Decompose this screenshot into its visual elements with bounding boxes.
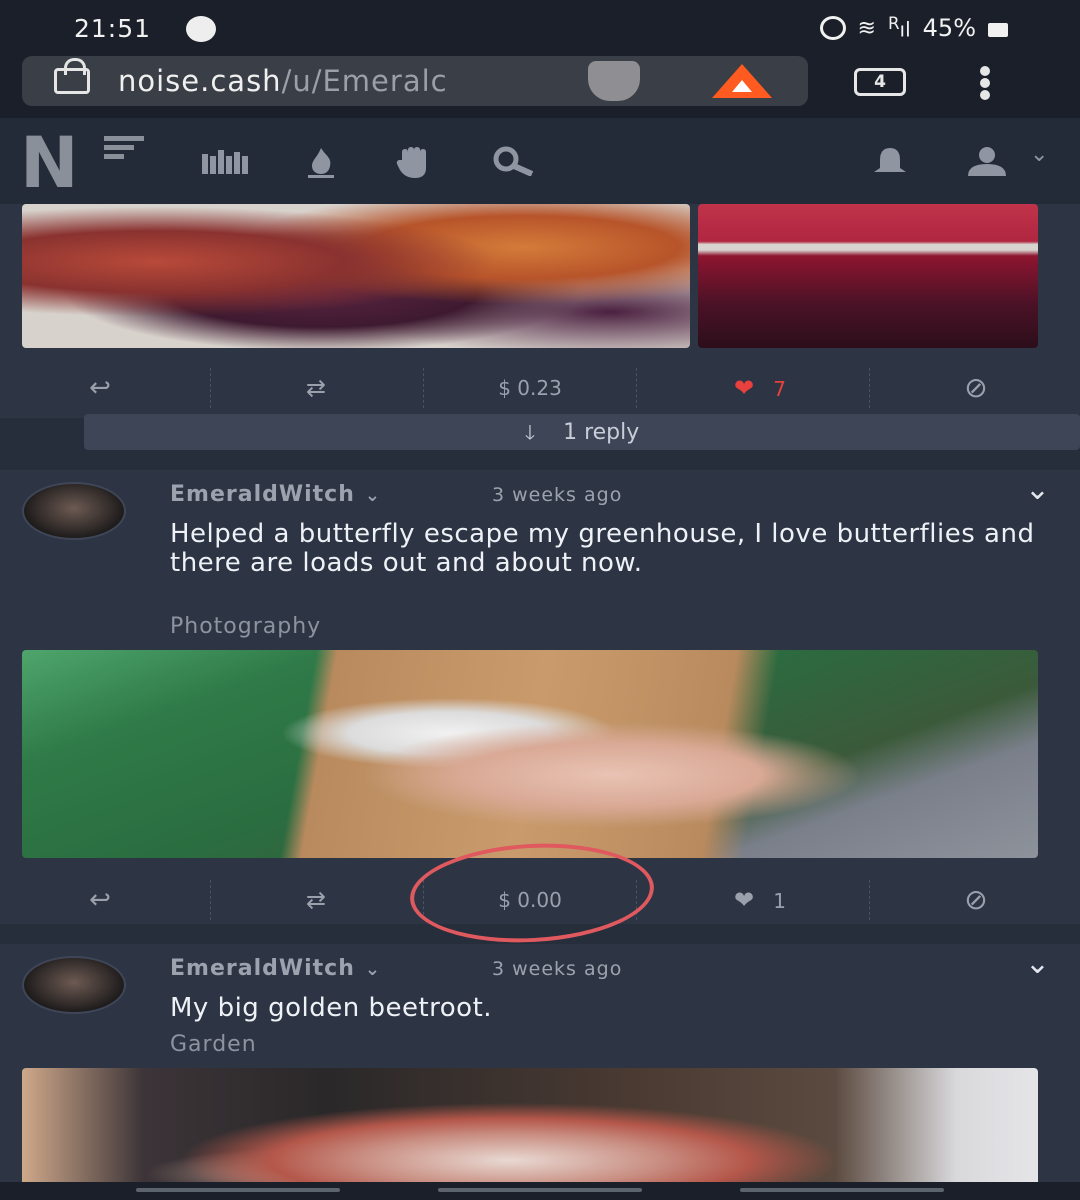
battery-text: 45% — [922, 14, 976, 42]
url-text[interactable]: noise.cash/u/Emeralc — [118, 64, 558, 98]
avatar[interactable] — [22, 482, 126, 540]
author-label: EmeraldWitch — [170, 482, 355, 507]
logo-bars — [104, 136, 144, 163]
replies-toggle[interactable]: 🡓 1 reply — [84, 414, 1080, 450]
brave-shield-icon[interactable] — [588, 61, 640, 101]
tip-amount[interactable]: $ 0.23 — [460, 364, 600, 412]
juice-photo[interactable] — [698, 204, 1038, 348]
chevron-down-icon[interactable]: ⌄ — [1030, 140, 1048, 170]
brave-icon — [186, 16, 216, 42]
status-icons: ≋ Rıl 45% — [819, 14, 1008, 42]
browser-toolbar: noise.cash/u/Emeralc 4 — [0, 56, 1080, 118]
logo-letter: N — [20, 122, 79, 204]
post-tag[interactable]: Garden — [170, 1032, 257, 1057]
beetroots-photo[interactable] — [22, 204, 690, 348]
user-icon[interactable] — [964, 146, 1010, 182]
menu-dots-icon[interactable] — [980, 66, 992, 100]
alarm-icon — [819, 16, 846, 40]
repost-icon[interactable]: ⇄ — [276, 876, 356, 924]
url-bar[interactable]: noise.cash/u/Emeralc — [22, 56, 808, 106]
golden-beetroot-photo[interactable] — [22, 1068, 1038, 1200]
like-button[interactable]: ❤ 7 — [700, 364, 820, 412]
post-menu-chevron-icon[interactable]: ⌄ — [1025, 946, 1050, 981]
hand-icon[interactable] — [396, 146, 434, 186]
signal-icon: Rıl — [887, 14, 911, 42]
butterfly-photo[interactable] — [22, 650, 1038, 858]
like-button[interactable]: ❤ 1 — [700, 876, 820, 924]
search-icon[interactable] — [488, 146, 536, 182]
url-domain: noise.cash — [118, 64, 282, 98]
block-icon[interactable]: ⊘ — [936, 364, 1016, 412]
wifi-icon: ≋ — [857, 15, 876, 41]
library-icon[interactable] — [202, 146, 250, 182]
lock-icon[interactable] — [54, 58, 90, 94]
post-tag[interactable]: Photography — [170, 614, 321, 639]
gesture-handle — [740, 1188, 944, 1192]
fire-icon[interactable] — [304, 146, 338, 186]
tabs-button[interactable]: 4 — [854, 68, 906, 96]
like-count: 7 — [773, 377, 786, 401]
post-text: Helped a butterfly escape my greenhouse,… — [170, 519, 1035, 578]
author-name[interactable]: EmeraldWitch ⌄ — [170, 482, 381, 507]
reply-icon[interactable]: ↩ — [60, 876, 140, 924]
chevron-down-icon[interactable]: ⌄ — [365, 959, 381, 980]
noise-cash-logo[interactable]: N — [20, 128, 150, 198]
action-bar: ↩ ⇄ $ 0.23 ❤ 7 ⊘ — [0, 364, 1080, 412]
feed: ↩ ⇄ $ 0.23 ❤ 7 ⊘ 🡓 1 reply EmeraldWitch ⌄… — [0, 204, 1080, 1200]
post-time: 3 weeks ago — [492, 484, 623, 506]
author-label: EmeraldWitch — [170, 956, 355, 981]
reply-icon[interactable]: ↩ — [60, 364, 140, 412]
like-count: 1 — [773, 889, 786, 913]
repost-icon[interactable]: ⇄ — [276, 364, 356, 412]
bat-rewards-icon[interactable] — [712, 64, 772, 98]
battery-icon — [988, 23, 1008, 37]
post-time: 3 weeks ago — [492, 958, 623, 980]
bell-icon[interactable] — [870, 146, 910, 182]
heart-icon: ❤ — [734, 374, 755, 402]
chevron-down-icon[interactable]: ⌄ — [365, 485, 381, 506]
signal-label: R — [887, 14, 900, 34]
app-header: N ⌄ — [0, 118, 1080, 204]
post-card: EmeraldWitch ⌄ 3 weeks ago ⌄ My big golde… — [0, 944, 1080, 1200]
avatar[interactable] — [22, 956, 126, 1014]
author-name[interactable]: EmeraldWitch ⌄ — [170, 956, 381, 981]
arrow-down-icon: 🡓 — [524, 420, 536, 444]
heart-icon: ❤ — [734, 886, 755, 914]
gesture-handle — [438, 1188, 642, 1192]
previous-post: ↩ ⇄ $ 0.23 ❤ 7 ⊘ — [0, 204, 1080, 418]
gesture-handle — [136, 1188, 340, 1192]
status-bar: 21:51 ≋ Rıl 45% — [0, 0, 1080, 56]
status-time: 21:51 — [74, 14, 152, 43]
post-menu-chevron-icon[interactable]: ⌄ — [1025, 472, 1050, 507]
reply-count: 1 reply — [563, 420, 640, 445]
block-icon[interactable]: ⊘ — [936, 876, 1016, 924]
post-text: My big golden beetroot. — [170, 993, 493, 1023]
url-path: /u/Emeralc — [281, 64, 448, 98]
system-nav-bar — [0, 1182, 1080, 1200]
